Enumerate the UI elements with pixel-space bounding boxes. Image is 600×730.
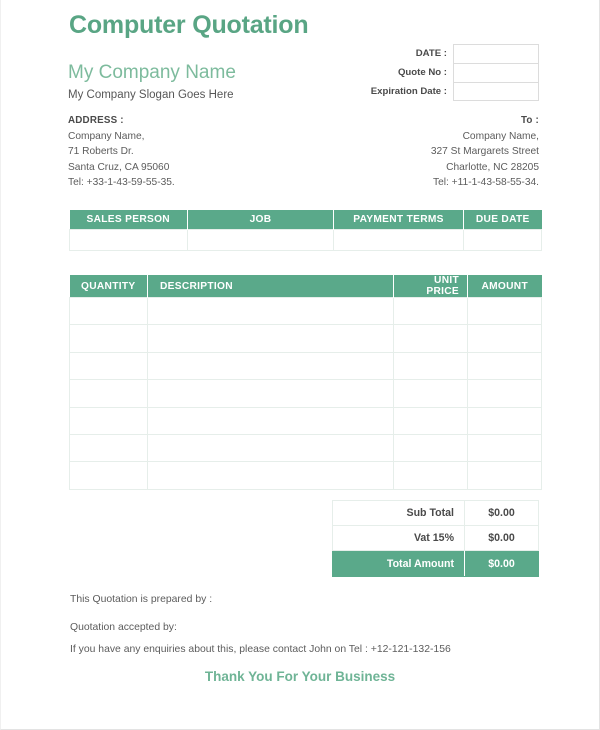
cell-quantity[interactable] xyxy=(69,296,148,326)
company-slogan: My Company Slogan Goes Here xyxy=(68,89,234,101)
cell-description[interactable] xyxy=(147,351,394,381)
cell-job[interactable] xyxy=(187,228,334,251)
cell-unit-price[interactable] xyxy=(393,461,468,490)
quote-no-input[interactable] xyxy=(453,63,539,82)
cell-description[interactable] xyxy=(147,324,394,353)
table-row xyxy=(69,296,542,326)
address-from-block: ADDRESS : Company Name, 71 Roberts Dr. S… xyxy=(68,113,175,191)
date-input[interactable] xyxy=(453,44,539,63)
quote-meta-fields: DATE : Quote No : Expiration Date : xyxy=(355,44,539,101)
meta-row-expiration-date: Expiration Date : xyxy=(355,82,539,101)
cell-amount[interactable] xyxy=(467,433,542,463)
sub-total-value: $0.00 xyxy=(464,500,539,526)
cell-quantity[interactable] xyxy=(69,324,148,353)
address-to-line-3: Charlotte, NC 28205 xyxy=(446,161,539,173)
quote-no-label: Quote No : xyxy=(397,67,447,78)
total-amount-value: $0.00 xyxy=(464,550,539,577)
cell-amount[interactable] xyxy=(467,406,542,435)
address-from-line-4: Tel: +33-1-43-59-55-35. xyxy=(68,177,175,189)
meta-row-date: DATE : xyxy=(355,44,539,63)
cell-quantity[interactable] xyxy=(69,379,148,408)
cell-amount[interactable] xyxy=(467,379,542,408)
address-to-heading: To : xyxy=(520,115,539,126)
cell-description[interactable] xyxy=(147,379,394,408)
cell-amount[interactable] xyxy=(467,324,542,353)
expiration-date-label: Expiration Date : xyxy=(370,86,447,97)
address-from-line-3: Santa Cruz, CA 95060 xyxy=(68,161,170,173)
cell-description[interactable] xyxy=(147,433,394,463)
address-to-line-4: Tel: +11-1-43-58-55-34. xyxy=(433,177,539,189)
accepted-by-note: Quotation accepted by: xyxy=(70,622,177,633)
sales-person-table: SALES PERSON JOB PAYMENT TERMS DUE DATE xyxy=(69,210,542,251)
totals-row-vat: Vat 15% $0.00 xyxy=(332,525,539,551)
thank-you-message: Thank You For Your Business xyxy=(204,669,396,684)
column-header-payment-terms: PAYMENT TERMS xyxy=(333,210,464,229)
address-from-line-2: 71 Roberts Dr. xyxy=(68,146,134,158)
prepared-by-note: This Quotation is prepared by : xyxy=(70,594,213,605)
cell-amount[interactable] xyxy=(467,296,542,326)
totals-row-sub-total: Sub Total $0.00 xyxy=(332,500,539,526)
column-header-sales-person: SALES PERSON xyxy=(69,210,188,229)
cell-description[interactable] xyxy=(147,296,394,326)
cell-sales-person[interactable] xyxy=(69,228,188,251)
table-row xyxy=(69,379,542,408)
table-header-row: QUANTITY DESCRIPTION UNIT PRICE AMOUNT xyxy=(69,275,542,298)
expiration-date-input[interactable] xyxy=(453,82,539,101)
enquiry-note: If you have any enquiries about this, pl… xyxy=(70,644,451,655)
total-amount-label: Total Amount xyxy=(332,550,465,577)
cell-due-date[interactable] xyxy=(463,228,542,251)
address-to-line-1: Company Name, xyxy=(462,130,539,142)
date-label: DATE : xyxy=(415,48,447,59)
table-row xyxy=(69,324,542,353)
line-items-table: QUANTITY DESCRIPTION UNIT PRICE AMOUNT xyxy=(69,275,542,490)
cell-quantity[interactable] xyxy=(69,461,148,490)
column-header-unit-price: UNIT PRICE xyxy=(393,275,468,298)
column-header-description: DESCRIPTION xyxy=(147,275,394,298)
table-row xyxy=(69,433,542,463)
cell-amount[interactable] xyxy=(467,461,542,490)
totals-row-total-amount: Total Amount $0.00 xyxy=(332,550,539,577)
table-row xyxy=(69,406,542,435)
table-row xyxy=(69,228,542,251)
cell-description[interactable] xyxy=(147,406,394,435)
cell-quantity[interactable] xyxy=(69,351,148,381)
cell-amount[interactable] xyxy=(467,351,542,381)
address-from-line-1: Company Name, xyxy=(68,130,145,142)
cell-quantity[interactable] xyxy=(69,406,148,435)
cell-unit-price[interactable] xyxy=(393,433,468,463)
column-header-quantity: QUANTITY xyxy=(69,275,148,298)
page-title: Computer Quotation xyxy=(69,11,309,39)
column-header-due-date: DUE DATE xyxy=(463,210,542,229)
table-row xyxy=(69,351,542,381)
address-to-line-2: 327 St Margarets Street xyxy=(430,146,539,158)
column-header-amount: AMOUNT xyxy=(467,275,542,298)
cell-quantity[interactable] xyxy=(69,433,148,463)
quotation-page: Computer Quotation My Company Name My Co… xyxy=(0,0,600,730)
table-row xyxy=(69,461,542,490)
cell-description[interactable] xyxy=(147,461,394,490)
sub-total-label: Sub Total xyxy=(332,500,465,526)
company-name: My Company Name xyxy=(68,62,236,83)
cell-unit-price[interactable] xyxy=(393,379,468,408)
cell-unit-price[interactable] xyxy=(393,296,468,326)
table-header-row: SALES PERSON JOB PAYMENT TERMS DUE DATE xyxy=(69,210,542,229)
vat-label: Vat 15% xyxy=(332,525,465,551)
cell-unit-price[interactable] xyxy=(393,406,468,435)
cell-unit-price[interactable] xyxy=(393,351,468,381)
meta-row-quote-no: Quote No : xyxy=(355,63,539,82)
address-to-block: To : Company Name, 327 St Margarets Stre… xyxy=(431,113,539,191)
totals-table: Sub Total $0.00 Vat 15% $0.00 Total Amou… xyxy=(332,500,539,577)
cell-unit-price[interactable] xyxy=(393,324,468,353)
address-from-heading: ADDRESS : xyxy=(68,115,124,126)
vat-value: $0.00 xyxy=(464,525,539,551)
cell-payment-terms[interactable] xyxy=(333,228,464,251)
column-header-job: JOB xyxy=(187,210,334,229)
